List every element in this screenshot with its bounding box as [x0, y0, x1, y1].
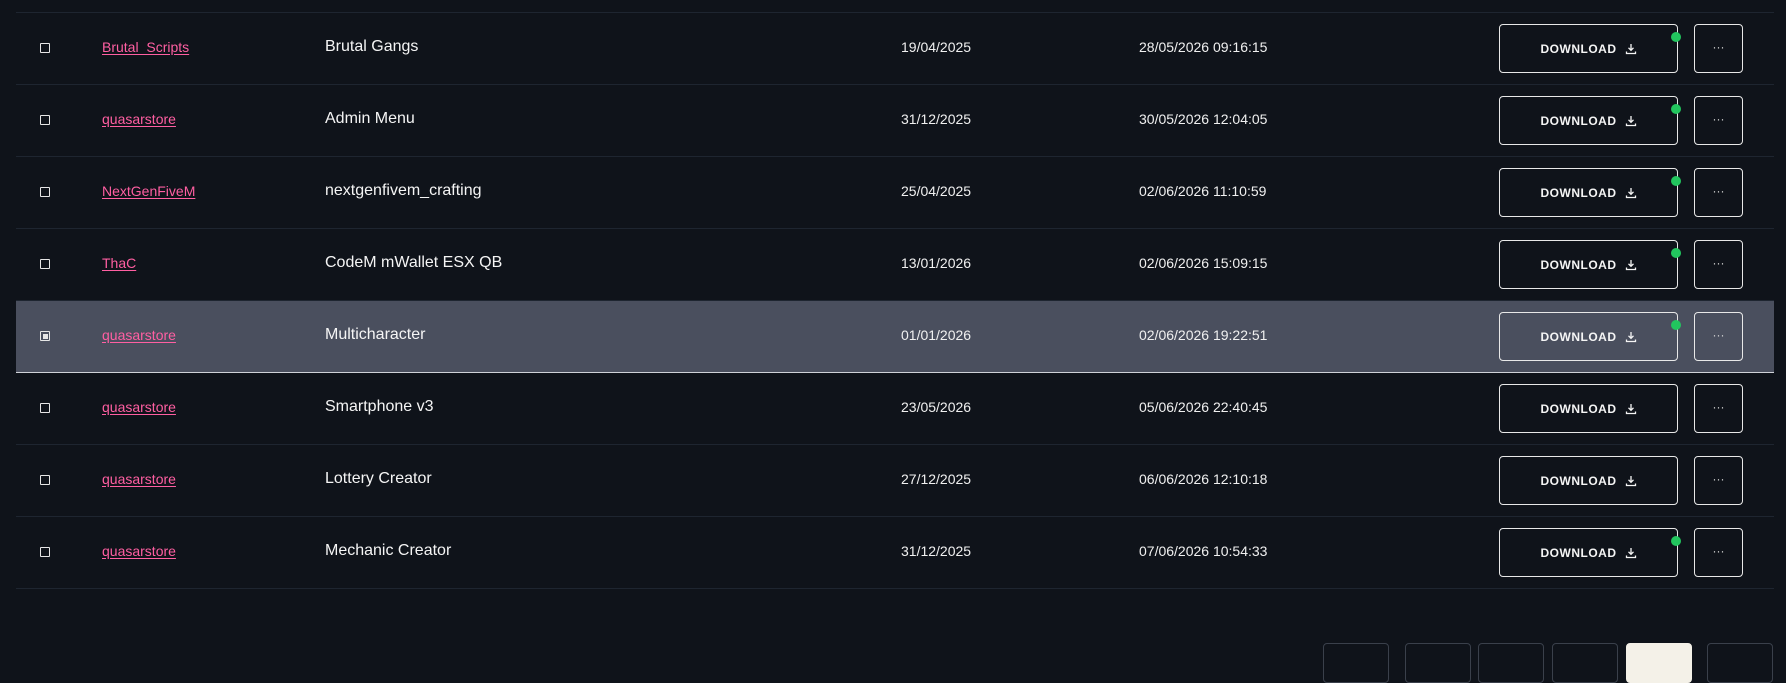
- download-button[interactable]: DOWNLOAD: [1499, 384, 1678, 433]
- download-icon: [1625, 475, 1636, 486]
- download-button[interactable]: DOWNLOAD: [1499, 312, 1678, 361]
- download-label: DOWNLOAD: [1540, 545, 1617, 560]
- last-updated: 02/06/2026 19:22:51: [1139, 327, 1268, 343]
- table-row[interactable]: Brutal_Scripts Brutal Gangs 19/04/2025 2…: [16, 13, 1774, 85]
- last-updated: 02/06/2026 11:10:59: [1139, 183, 1267, 199]
- pagination: [0, 643, 1786, 683]
- last-updated: 28/05/2026 09:16:15: [1139, 39, 1268, 55]
- purchase-date: 27/12/2025: [901, 471, 972, 487]
- table-row[interactable]: quasarstore Smartphone v3 23/05/2026 05/…: [16, 373, 1774, 445]
- author-link[interactable]: ThaC: [102, 255, 136, 271]
- update-status-dot: [1671, 248, 1681, 258]
- more-options-button[interactable]: ···: [1694, 528, 1743, 577]
- download-button[interactable]: DOWNLOAD: [1499, 456, 1678, 505]
- row-checkbox[interactable]: [40, 43, 50, 53]
- update-status-dot: [1671, 104, 1681, 114]
- update-status-dot: [1671, 320, 1681, 330]
- page-button[interactable]: [1478, 643, 1544, 683]
- purchase-date: 01/01/2026: [901, 327, 972, 343]
- script-name: nextgenfivem_crafting: [325, 182, 482, 199]
- download-label: DOWNLOAD: [1540, 41, 1617, 56]
- update-status-dot: [1671, 536, 1681, 546]
- download-button[interactable]: DOWNLOAD: [1499, 96, 1678, 145]
- page-button[interactable]: [1405, 643, 1471, 683]
- page-button-active[interactable]: [1626, 643, 1692, 683]
- purchase-date: 31/12/2025: [901, 543, 972, 559]
- row-checkbox[interactable]: [40, 547, 50, 557]
- download-icon: [1625, 115, 1636, 126]
- page-button[interactable]: [1707, 643, 1773, 683]
- last-updated: 30/05/2026 12:04:05: [1139, 111, 1268, 127]
- script-name: Brutal Gangs: [325, 38, 419, 55]
- more-options-button[interactable]: ···: [1694, 24, 1743, 73]
- download-label: DOWNLOAD: [1540, 257, 1617, 272]
- update-status-dot: [1671, 32, 1681, 42]
- more-options-button[interactable]: ···: [1694, 168, 1743, 217]
- last-updated: 05/06/2026 22:40:45: [1139, 399, 1268, 415]
- row-checkbox[interactable]: [40, 115, 50, 125]
- more-options-button[interactable]: ···: [1694, 312, 1743, 361]
- author-link[interactable]: quasarstore: [102, 399, 176, 415]
- purchase-date: 25/04/2025: [901, 183, 972, 199]
- author-link[interactable]: quasarstore: [102, 471, 176, 487]
- table-row[interactable]: quasarstore Mechanic Creator 31/12/2025 …: [16, 517, 1774, 589]
- script-name: Smartphone v3: [325, 398, 434, 415]
- row-checkbox-checked[interactable]: [40, 331, 50, 341]
- table-row-selected[interactable]: quasarstore Multicharacter 01/01/2026 02…: [16, 301, 1774, 373]
- more-options-button[interactable]: ···: [1694, 456, 1743, 505]
- download-label: DOWNLOAD: [1540, 113, 1617, 128]
- download-icon: [1625, 403, 1636, 414]
- table-row[interactable]: quasarstore Admin Menu 31/12/2025 30/05/…: [16, 85, 1774, 157]
- row-checkbox[interactable]: [40, 403, 50, 413]
- download-button[interactable]: DOWNLOAD: [1499, 240, 1678, 289]
- purchase-date: 19/04/2025: [901, 39, 972, 55]
- purchase-date: 23/05/2026: [901, 399, 972, 415]
- download-button[interactable]: DOWNLOAD: [1499, 168, 1678, 217]
- download-label: DOWNLOAD: [1540, 185, 1617, 200]
- script-name: Mechanic Creator: [325, 542, 452, 559]
- download-icon: [1625, 43, 1636, 54]
- author-link[interactable]: quasarstore: [102, 327, 176, 343]
- script-name: CodeM mWallet ESX QB: [325, 254, 503, 271]
- author-link[interactable]: quasarstore: [102, 543, 176, 559]
- table-row[interactable]: ThaC CodeM mWallet ESX QB 13/01/2026 02/…: [16, 229, 1774, 301]
- more-options-button[interactable]: ···: [1694, 384, 1743, 433]
- purchase-date: 31/12/2025: [901, 111, 972, 127]
- download-label: DOWNLOAD: [1540, 473, 1617, 488]
- download-icon: [1625, 187, 1636, 198]
- download-icon: [1625, 259, 1636, 270]
- more-options-button[interactable]: ···: [1694, 240, 1743, 289]
- last-updated: 06/06/2026 12:10:18: [1139, 471, 1268, 487]
- author-link[interactable]: NextGenFiveM: [102, 183, 195, 199]
- row-checkbox[interactable]: [40, 187, 50, 197]
- last-updated: 02/06/2026 15:09:15: [1139, 255, 1268, 271]
- download-label: DOWNLOAD: [1540, 329, 1617, 344]
- row-checkbox[interactable]: [40, 475, 50, 485]
- page-button[interactable]: [1323, 643, 1389, 683]
- download-button[interactable]: DOWNLOAD: [1499, 24, 1678, 73]
- update-status-dot: [1671, 176, 1681, 186]
- table-row[interactable]: quasarstore Lottery Creator 27/12/2025 0…: [16, 445, 1774, 517]
- row-checkbox[interactable]: [40, 259, 50, 269]
- download-icon: [1625, 331, 1636, 342]
- author-link[interactable]: quasarstore: [102, 111, 176, 127]
- purchase-date: 13/01/2026: [901, 255, 972, 271]
- more-options-button[interactable]: ···: [1694, 96, 1743, 145]
- download-button[interactable]: DOWNLOAD: [1499, 528, 1678, 577]
- script-name: Admin Menu: [325, 110, 415, 127]
- script-name: Multicharacter: [325, 326, 426, 343]
- download-icon: [1625, 547, 1636, 558]
- last-updated: 07/06/2026 10:54:33: [1139, 543, 1268, 559]
- page-button[interactable]: [1552, 643, 1618, 683]
- table-row[interactable]: NextGenFiveM nextgenfivem_crafting 25/04…: [16, 157, 1774, 229]
- download-label: DOWNLOAD: [1540, 401, 1617, 416]
- script-name: Lottery Creator: [325, 470, 432, 487]
- author-link[interactable]: Brutal_Scripts: [102, 39, 189, 55]
